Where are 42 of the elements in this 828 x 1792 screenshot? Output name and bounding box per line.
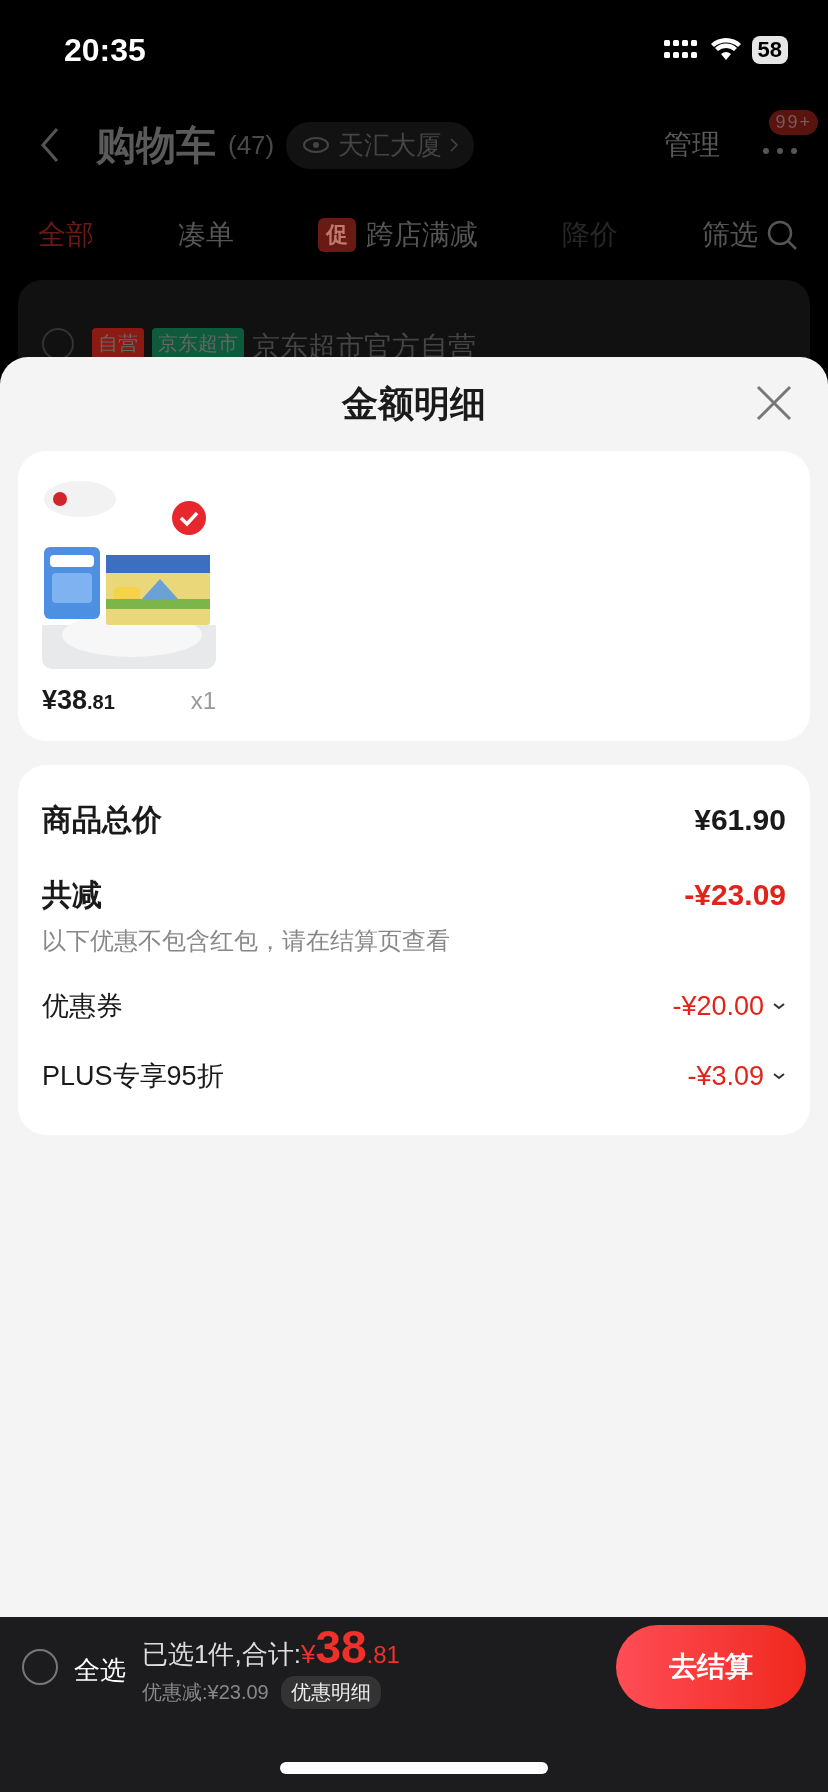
checkout-button[interactable]: 去结算 [616, 1624, 806, 1709]
notification-badge: 99+ [769, 110, 818, 135]
check-icon[interactable] [172, 501, 206, 535]
discount-detail-button[interactable]: 优惠明细 [280, 1676, 381, 1709]
eye-icon [302, 136, 331, 154]
discount-item-value: -¥20.00 [672, 990, 764, 1022]
saved-amount: 优惠减:¥23.09 [142, 1680, 269, 1705]
select-all-checkbox[interactable] [22, 1648, 58, 1685]
battery-level: 58 [751, 36, 788, 64]
more-icon[interactable] [762, 147, 798, 155]
chevron-down-icon[interactable] [772, 1071, 786, 1081]
discount-item-value: -¥3.09 [687, 1060, 764, 1092]
total-value: ¥61.90 [694, 803, 786, 837]
item-count: (47) [228, 129, 275, 161]
filter-tab[interactable]: 全部 [38, 216, 94, 254]
filter-button[interactable]: 筛选 [702, 216, 758, 254]
manage-button[interactable]: 管理 [664, 126, 720, 164]
store-tag: 自营 [92, 328, 144, 359]
promo-tag: 促 [318, 218, 356, 252]
sheet-title: 金额明细 [342, 381, 486, 426]
product-quantity: x1 [190, 687, 216, 715]
chevron-icon [450, 138, 459, 152]
chevron-down-icon[interactable] [772, 1001, 786, 1011]
back-icon[interactable] [40, 127, 60, 163]
discount-value: -¥23.09 [684, 878, 786, 912]
search-icon[interactable] [766, 219, 798, 251]
total-amount: ¥38.81 [300, 1624, 400, 1670]
product-price: ¥38.81 [42, 685, 115, 716]
discount-item-label: 优惠券 [42, 990, 123, 1023]
status-time: 20:35 [64, 31, 146, 69]
page-title: 购物车 [96, 121, 216, 169]
total-label: 商品总价 [42, 801, 162, 838]
discount-note: 以下优惠不包含红包，请在结算页查看 [42, 926, 451, 956]
wifi-icon [709, 38, 742, 62]
select-all-label[interactable]: 全选 [74, 1653, 126, 1688]
selected-summary: 已选1件,合计: [142, 1638, 301, 1671]
close-button[interactable] [756, 385, 792, 421]
filter-tab[interactable]: 跨店满减 [366, 216, 478, 254]
store-tag: 京东超市 [152, 328, 244, 359]
filter-tab[interactable]: 凑单 [178, 216, 234, 254]
discount-item-label: PLUS专享95折 [42, 1060, 224, 1093]
discount-label: 共减 [42, 876, 102, 913]
